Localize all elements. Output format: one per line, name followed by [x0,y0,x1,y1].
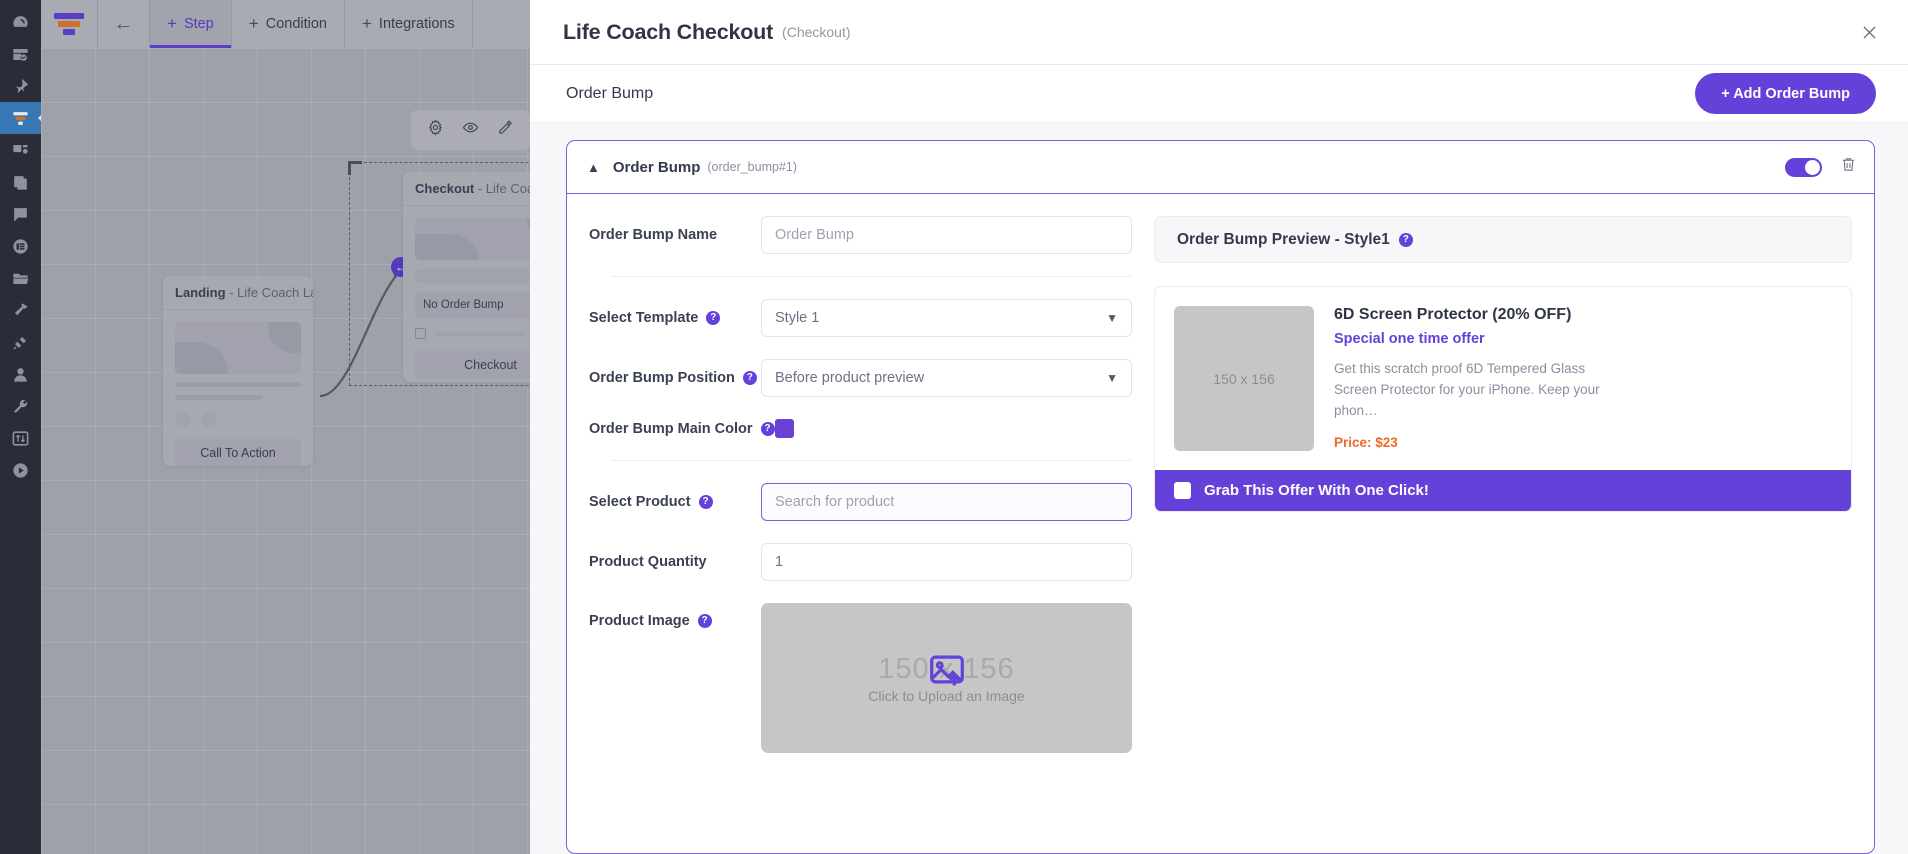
product-image-label-wrap: Product Image ? [589,603,761,629]
form-divider [611,276,1132,277]
select-product-input[interactable] [761,483,1132,521]
order-bump-position-label-wrap: Order Bump Position ? [589,370,761,386]
close-icon[interactable] [1852,15,1886,49]
preview-product-title: 6D Screen Protector (20% OFF) [1334,306,1572,323]
order-bump-preview: Order Bump Preview - Style1 ? 150 x 156 … [1132,194,1874,775]
order-bump-name-input[interactable] [761,216,1132,254]
product-quantity-input[interactable] [761,543,1132,581]
field-order-bump-name: Order Bump Name [589,216,1132,254]
preview-header-title: Order Bump Preview - Style1 [1177,230,1390,248]
preview-cta-label: Grab This Offer With One Click! [1204,482,1429,499]
field-product-quantity: Product Quantity [589,543,1132,581]
form-divider [611,460,1132,461]
field-select-product: Select Product ? [589,483,1132,521]
order-bump-enable-toggle[interactable] [1785,157,1822,177]
select-product-label: Select Product [589,494,691,510]
select-template-value: Style 1 [775,310,820,326]
preview-header: Order Bump Preview - Style1 ? [1154,216,1852,263]
order-bump-main-color-swatch[interactable] [775,419,794,438]
help-icon[interactable]: ? [697,614,712,628]
order-bump-main-color-label: Order Bump Main Color [589,420,753,437]
select-product-label-wrap: Select Product ? [589,494,761,510]
preview-special-offer-text: Special one time offer [1334,331,1485,347]
order-bump-position-label: Order Bump Position [589,370,735,386]
chevron-down-icon: ▼ [1106,371,1118,385]
order-bump-title: Order Bump [612,158,701,176]
order-bump-card: ▲ Order Bump (order_bump#1) Order Bump N… [566,140,1875,854]
select-template-label: Select Template [589,310,699,326]
preview-card-inner: 150 x 156 6D Screen Protector (20% OFF) … [1155,287,1851,470]
preview-product-price: Price: $23 [1334,434,1398,450]
order-bump-form: Order Bump Name Select Template ? Style … [567,194,1132,775]
field-product-image: Product Image ? 150 x 156 Click to Uploa… [589,603,1132,753]
field-order-bump-position: Order Bump Position ? Before product pre… [589,359,1132,397]
order-bump-main-color-label-wrap: Order Bump Main Color ? [589,421,775,437]
help-icon[interactable]: ? [698,495,713,509]
section-title: Order Bump [566,84,654,102]
product-image-label: Product Image [589,613,690,629]
chevron-up-icon[interactable]: ▲ [587,160,600,175]
preview-cta-checkbox[interactable] [1174,482,1191,499]
field-select-template: Select Template ? Style 1 ▼ [589,299,1132,337]
page-subtitle: (Checkout) [782,24,851,40]
image-upload-icon [929,655,965,687]
help-icon[interactable]: ? [1398,232,1413,247]
preview-cta-bar[interactable]: Grab This Offer With One Click! [1155,470,1851,511]
help-icon[interactable]: ? [706,311,721,325]
preview-card: 150 x 156 6D Screen Protector (20% OFF) … [1154,286,1852,512]
order-bump-position-value: Before product preview [775,370,925,386]
product-image-upload-text: Click to Upload an Image [868,687,1025,704]
chevron-down-icon: ▼ [1106,311,1118,325]
preview-product-image-placeholder: 150 x 156 [1174,306,1314,451]
app-root: ← + Step + Condition + Integrations ← La… [0,0,1908,854]
add-order-bump-button[interactable]: + Add Order Bump [1695,73,1876,114]
order-bump-position-dropdown[interactable]: Before product preview ▼ [761,359,1132,397]
preview-product-description: Get this scratch proof 6D Tempered Glass… [1334,361,1600,418]
order-bump-card-body: Order Bump Name Select Template ? Style … [567,194,1874,775]
select-template-dropdown[interactable]: Style 1 ▼ [761,299,1132,337]
order-bump-name-label: Order Bump Name [589,227,718,243]
order-bump-id: (order_bump#1) [707,160,798,174]
order-bump-modal: Life Coach Checkout (Checkout) Order Bum… [530,0,1908,854]
modal-header: Life Coach Checkout (Checkout) [530,0,1908,65]
select-template-label-wrap: Select Template ? [589,310,761,326]
field-order-bump-main-color: Order Bump Main Color ? [589,419,1132,438]
product-quantity-label: Product Quantity [589,554,707,570]
product-image-uploader[interactable]: 150 x 156 Click to Upload an Image [761,603,1132,753]
preview-product-details: 6D Screen Protector (20% OFF) Special on… [1334,306,1624,451]
page-title: Life Coach Checkout [563,19,774,44]
trash-icon[interactable] [1840,156,1857,178]
help-icon[interactable]: ? [742,371,757,385]
modal-body: ▲ Order Bump (order_bump#1) Order Bump N… [530,123,1908,854]
section-header: Order Bump + Add Order Bump [530,65,1908,123]
help-icon[interactable]: ? [760,421,775,436]
order-bump-card-header: ▲ Order Bump (order_bump#1) [567,141,1874,194]
